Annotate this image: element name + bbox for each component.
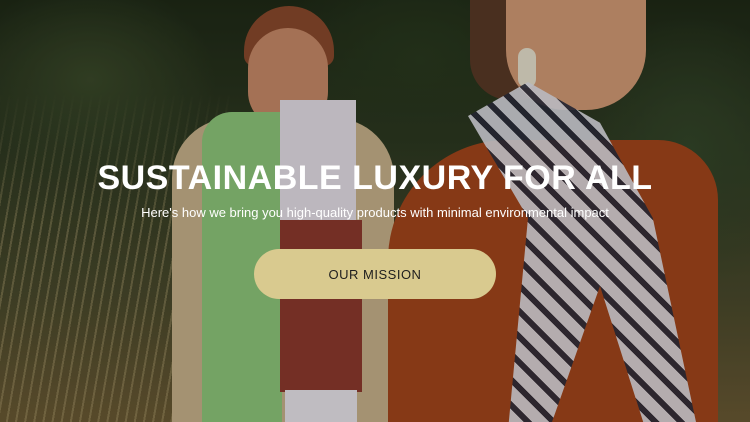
hero-banner: SUSTAINABLE LUXURY FOR ALL Here's how we…	[0, 0, 750, 422]
our-mission-button[interactable]: OUR MISSION	[254, 249, 496, 299]
hero-subtitle: Here's how we bring you high-quality pro…	[141, 205, 609, 220]
hero-title: SUSTAINABLE LUXURY FOR ALL	[97, 159, 653, 197]
